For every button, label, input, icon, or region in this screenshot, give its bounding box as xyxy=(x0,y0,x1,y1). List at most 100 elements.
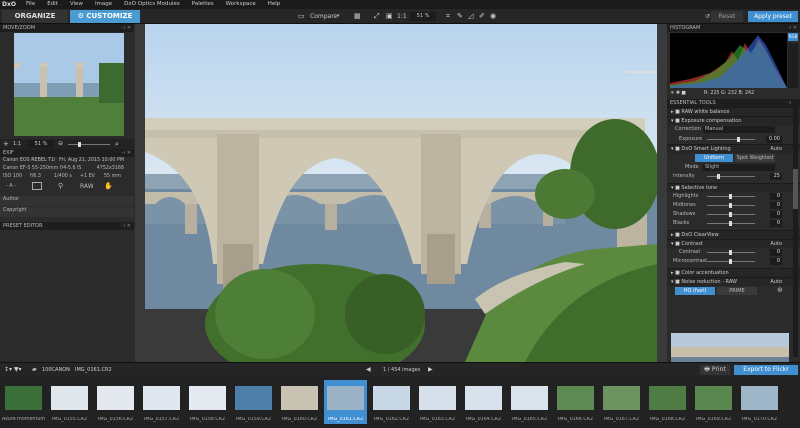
plus-icon[interactable]: + xyxy=(3,140,9,148)
menu-view[interactable]: View xyxy=(64,0,89,9)
nav-zoom-slider[interactable] xyxy=(68,144,110,145)
zoom-percent-select[interactable]: 51 % xyxy=(410,12,436,21)
exposure-comp-head[interactable]: ▾ ■ Exposure compensation xyxy=(667,116,800,125)
folder-name[interactable]: 100CANON xyxy=(42,367,70,373)
current-file[interactable]: IMG_0161.CR2 xyxy=(75,367,112,373)
midtones-slider[interactable] xyxy=(707,203,755,208)
sun-icon[interactable]: ☀ ✱ ■ xyxy=(670,91,686,96)
filmstrip-thumbnail[interactable]: IMG_0155.CR2 xyxy=(48,380,91,424)
preset-editor-header[interactable]: PRESET EDITOR ⊣ ✕ xyxy=(0,222,134,230)
intensity-knob[interactable] xyxy=(717,174,720,179)
menu-workspace[interactable]: Workspace xyxy=(220,0,262,9)
tools-scroll-thumb[interactable] xyxy=(793,169,798,209)
copyright-row[interactable]: Copyright xyxy=(0,207,134,217)
filmstrip-thumbnail[interactable]: IMG_0161.CR2 xyxy=(324,380,367,424)
nav-zoom-ratio[interactable]: 1:1 xyxy=(13,141,21,147)
noise-preview[interactable] xyxy=(671,333,789,362)
essential-tools-header[interactable]: ESSENTIAL TOOLS ⊣ ✕ xyxy=(667,99,800,107)
filmstrip-thumbnail[interactable]: IMG_0160.CR2 xyxy=(278,380,321,424)
filmstrip-thumbnail[interactable]: IMG_0164.CR2 xyxy=(462,380,505,424)
selective-tone-head[interactable]: ▾ ■ Selective tone xyxy=(667,183,800,192)
shadows-knob[interactable] xyxy=(729,212,732,217)
zoom-fit-icon[interactable]: ▣ xyxy=(386,12,393,21)
hq-fast-button[interactable]: HQ (fast) xyxy=(675,287,715,295)
contrast-slider[interactable] xyxy=(707,250,755,255)
eye-icon[interactable]: ◉ xyxy=(490,12,496,21)
shadows-slider[interactable] xyxy=(707,212,755,217)
microcontrast-knob[interactable] xyxy=(729,259,732,264)
filmstrip-thumbnail[interactable]: IMG_0158.CR2 xyxy=(186,380,229,424)
apply-preset-button[interactable]: Apply preset xyxy=(748,11,798,22)
exposure-knob[interactable] xyxy=(737,137,740,142)
contrast-knob[interactable] xyxy=(729,250,732,255)
blacks-value[interactable]: 0 xyxy=(770,220,782,227)
undo-icon[interactable]: ↺ xyxy=(705,12,710,21)
main-photo[interactable] xyxy=(145,24,657,362)
nav-zoom-select[interactable]: 51 % xyxy=(28,140,54,148)
tab-organize[interactable]: ORGANIZE xyxy=(2,10,68,23)
channel-list[interactable] xyxy=(788,43,798,88)
menu-file[interactable]: File xyxy=(20,0,41,9)
menu-edit[interactable]: Edit xyxy=(41,0,64,9)
menu-optics-modules[interactable]: DxO Optics Modules xyxy=(118,0,186,9)
next-image-icon[interactable]: ▶ xyxy=(428,366,433,373)
midtones-knob[interactable] xyxy=(729,203,732,208)
prev-image-icon[interactable]: ◀ xyxy=(366,366,371,373)
microcontrast-slider[interactable] xyxy=(707,259,755,264)
filmstrip-thumbnail[interactable]: Azure momentum... xyxy=(2,380,45,424)
fit-screen-icon[interactable]: ⤢ xyxy=(374,12,380,21)
grid-icon[interactable]: ▦ xyxy=(354,12,361,21)
eyedropper-icon[interactable]: ✎ xyxy=(457,12,463,21)
pin-icon[interactable]: ⊣ ✕ xyxy=(121,222,131,230)
blacks-slider[interactable] xyxy=(707,221,755,226)
target-icon[interactable]: ⊕ xyxy=(777,286,783,295)
menu-image[interactable]: Image xyxy=(89,0,118,9)
blacks-knob[interactable] xyxy=(729,221,732,226)
retouch-icon[interactable]: ✐ xyxy=(479,12,485,21)
move-zoom-header[interactable]: MOVE/ZOOM ⊣ ✕ xyxy=(0,24,134,32)
zoom-out-icon[interactable]: ⊖ xyxy=(58,140,63,147)
menu-palettes[interactable]: Palettes xyxy=(186,0,220,9)
contrast-value[interactable]: 0 xyxy=(770,249,782,256)
smart-lighting-head[interactable]: ▾ ■ DxO Smart Lighting Auto xyxy=(667,144,800,153)
filmstrip-thumbnail[interactable]: IMG_0167.CR2 xyxy=(600,380,643,424)
clearview-head[interactable]: ▸ ■ DxO ClearView xyxy=(667,230,800,239)
filmstrip-thumbnail[interactable]: IMG_0156.CR2 xyxy=(94,380,137,424)
navigator-thumbnail[interactable] xyxy=(14,33,124,136)
spot-weighted-button[interactable]: Spot Weighted xyxy=(735,154,775,162)
filmstrip-thumbnail[interactable]: IMG_0168.CR2 xyxy=(646,380,689,424)
pin-icon[interactable]: ⊣ ✕ xyxy=(121,24,131,32)
reset-button[interactable]: Reset xyxy=(711,11,743,22)
intensity-value[interactable]: 25 xyxy=(770,173,782,180)
compare-button[interactable]: Compare xyxy=(310,12,337,21)
print-button[interactable]: 🖶 Print xyxy=(700,365,730,375)
compare-icon[interactable]: ▭ xyxy=(298,12,305,21)
filmstrip-thumbnail[interactable]: IMG_0159.CR2 xyxy=(232,380,275,424)
zoom-ratio[interactable]: 1:1 xyxy=(397,12,407,21)
intensity-slider[interactable] xyxy=(707,174,755,179)
chevron-down-icon[interactable]: ▾ xyxy=(337,12,340,21)
correction-select[interactable]: Manual xyxy=(703,126,775,133)
pin-icon[interactable]: ⊣ ✕ xyxy=(787,24,797,32)
crop-icon[interactable]: ⌗ xyxy=(446,12,450,21)
filmstrip-thumbnail[interactable]: IMG_0163.CR2 xyxy=(416,380,459,424)
highlights-slider[interactable] xyxy=(707,194,755,199)
highlights-knob[interactable] xyxy=(729,194,732,199)
rgb-channel-button[interactable]: RGB xyxy=(788,33,798,41)
prime-button[interactable]: PRIME xyxy=(717,287,757,295)
exif-header[interactable]: EXIF ⊣ ✕ xyxy=(0,149,134,157)
tools-scrollbar[interactable] xyxy=(793,99,798,357)
uniform-button[interactable]: Uniform xyxy=(695,154,733,162)
midtones-value[interactable]: 0 xyxy=(770,202,782,209)
filmstrip-thumbnail[interactable]: IMG_0165.CR2 xyxy=(508,380,551,424)
color-accent-head[interactable]: ▸ ■ Color accentuation xyxy=(667,268,800,277)
menu-help[interactable]: Help xyxy=(262,0,287,9)
export-flickr-button[interactable]: Export to Flickr xyxy=(734,365,798,375)
image-viewer[interactable] xyxy=(135,24,667,362)
mode-select[interactable]: Slight xyxy=(703,164,775,171)
histogram-header[interactable]: HISTOGRAM ⊣ ✕ xyxy=(667,24,800,32)
search-icon[interactable]: ⌕ xyxy=(115,140,119,149)
shadows-value[interactable]: 0 xyxy=(770,211,782,218)
pin-icon[interactable]: ⊣ ✕ xyxy=(121,149,131,157)
filmstrip-thumbnail[interactable]: IMG_0157.CR2 xyxy=(140,380,183,424)
